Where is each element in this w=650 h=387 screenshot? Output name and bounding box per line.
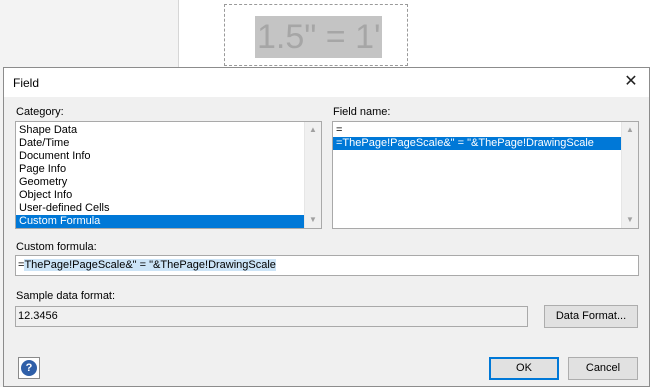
category-item-page-info[interactable]: Page Info <box>16 163 321 176</box>
category-item-object-info[interactable]: Object Info <box>16 189 321 202</box>
category-listbox[interactable]: Shape Data Date/Time Document Info Page … <box>15 121 322 229</box>
sample-format-field: 12.3456 <box>15 306 528 327</box>
sample-format-label: Sample data format: <box>16 290 116 302</box>
field-name-items: = =ThePage!PageScale&" = "&ThePage!Drawi… <box>333 122 638 150</box>
dialog-title: Field <box>13 76 40 90</box>
category-item-shape-data[interactable]: Shape Data <box>16 124 321 137</box>
category-item-custom-formula[interactable]: Custom Formula <box>16 215 304 228</box>
ok-button[interactable]: OK <box>489 357 559 380</box>
category-scrollbar[interactable]: ▲ ▼ <box>304 122 321 228</box>
category-item-date-time[interactable]: Date/Time <box>16 137 321 150</box>
scroll-up-icon[interactable]: ▲ <box>622 122 638 138</box>
field-name-listbox[interactable]: = =ThePage!PageScale&" = "&ThePage!Drawi… <box>332 121 639 229</box>
custom-formula-input[interactable]: =ThePage!PageScale&" = "&ThePage!Drawing… <box>15 255 639 276</box>
data-format-button[interactable]: Data Format... <box>544 305 638 328</box>
title-bar: Field ✕ <box>4 68 649 97</box>
help-button[interactable]: ? <box>18 357 40 379</box>
category-item-geometry[interactable]: Geometry <box>16 176 321 189</box>
category-item-user-defined-cells[interactable]: User-defined Cells <box>16 202 321 215</box>
category-items: Shape Data Date/Time Document Info Page … <box>16 122 321 228</box>
formula-selected-text: ThePage!PageScale&" = "&ThePage!DrawingS… <box>24 259 276 271</box>
field-name-item-selected[interactable]: =ThePage!PageScale&" = "&ThePage!Drawing… <box>333 137 621 150</box>
scale-text-shape[interactable]: 1.5" = 1' <box>255 16 383 58</box>
category-item-document-info[interactable]: Document Info <box>16 150 321 163</box>
field-name-label: Field name: <box>333 106 391 118</box>
field-dialog: Field ✕ Category: Shape Data Date/Time D… <box>3 67 650 387</box>
scroll-up-icon[interactable]: ▲ <box>305 122 321 138</box>
close-button[interactable]: ✕ <box>619 71 643 93</box>
field-name-item[interactable]: = <box>333 124 638 137</box>
field-name-scrollbar[interactable]: ▲ ▼ <box>621 122 638 228</box>
scroll-down-icon[interactable]: ▼ <box>305 212 321 228</box>
custom-formula-label: Custom formula: <box>16 241 97 253</box>
category-label: Category: <box>16 106 64 118</box>
help-icon: ? <box>21 360 37 376</box>
cancel-button[interactable]: Cancel <box>568 357 638 380</box>
scroll-down-icon[interactable]: ▼ <box>622 212 638 228</box>
